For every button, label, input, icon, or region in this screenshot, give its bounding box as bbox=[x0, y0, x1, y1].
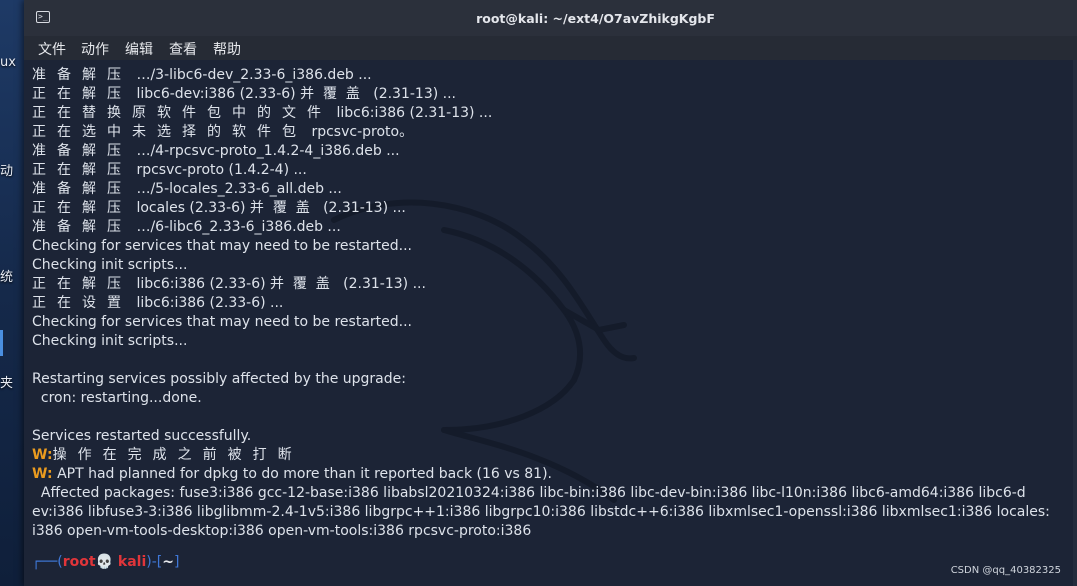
line-text: …/6-libc6_2.33-6_i386.deb ... bbox=[136, 219, 341, 235]
terminal-lines: 准备解压 …/3-libc6-dev_2.33-6_i386.deb ... 正… bbox=[32, 66, 1072, 572]
terminal-line: 正在选中未选择的软件包 rpcsvc-proto。 bbox=[32, 123, 1072, 142]
line-prefix: 准备解压 bbox=[32, 67, 132, 83]
terminal-line: 正在解压 libc6:i386 (2.33-6) 并 覆 盖 (2.31-13)… bbox=[32, 275, 1072, 294]
line-text: …/3-libc6-dev_2.33-6_i386.deb ... bbox=[136, 67, 372, 83]
terminal-line: Services restarted successfully. bbox=[32, 428, 252, 444]
line-prefix: 正在解压 bbox=[32, 86, 132, 102]
shell-prompt: ┌──(root💀 kali)-[~] bbox=[32, 553, 1072, 572]
line-text: libc6:i386 (2.33-6) ... bbox=[136, 295, 284, 311]
menu-edit[interactable]: 编辑 bbox=[125, 39, 153, 59]
terminal-line: 正在解压 libc6-dev:i386 (2.33-6) 并 覆 盖 (2.31… bbox=[32, 85, 1072, 104]
terminal-line: Checking for services that may need to b… bbox=[32, 314, 413, 330]
menu-file[interactable]: 文件 bbox=[38, 39, 66, 59]
affected-packages-line: ev:i386 libfuse3-3:i386 libglibmm-2.4-1v… bbox=[32, 504, 1050, 520]
line-text: locales (2.33-6) 并 覆 盖 (2.31-13) ... bbox=[136, 200, 406, 216]
line-prefix: 准备解压 bbox=[32, 181, 132, 197]
line-text: …/5-locales_2.33-6_all.deb ... bbox=[136, 181, 342, 197]
terminal-window: >_ root@kali: ~/ext4/O7avZhikgKgbF 文件 动作… bbox=[24, 0, 1077, 586]
line-prefix: 准备解压 bbox=[32, 143, 132, 159]
warning-prefix: W: bbox=[32, 447, 53, 463]
desktop-icon-label[interactable]: ux bbox=[0, 55, 16, 70]
desktop-selection-bar bbox=[0, 330, 3, 356]
window-title: root@kali: ~/ext4/O7avZhikgKgbF bbox=[476, 11, 715, 26]
terminal-line: 准备解压 …/4-rpcsvc-proto_1.4.2-4_i386.deb .… bbox=[32, 142, 1072, 161]
prompt-user: root💀 kali bbox=[62, 554, 147, 570]
menu-bar: 文件 动作 编辑 查看 帮助 bbox=[24, 36, 1077, 60]
menu-help[interactable]: 帮助 bbox=[213, 39, 241, 59]
line-text: libc6:i386 (2.31-13) ... bbox=[336, 105, 493, 121]
terminal-line: Checking for services that may need to b… bbox=[32, 238, 413, 254]
line-prefix: 准备解压 bbox=[32, 219, 132, 235]
menu-view[interactable]: 查看 bbox=[169, 39, 197, 59]
terminal-line: Checking init scripts... bbox=[32, 257, 188, 273]
prompt-mid: )-[ bbox=[146, 554, 163, 570]
desktop-icon-label[interactable]: 夹 bbox=[0, 376, 13, 391]
warning-line: W: APT had planned for dpkg to do more t… bbox=[32, 465, 1072, 484]
affected-packages-line: i386 open-vm-tools-desktop:i386 open-vm-… bbox=[32, 523, 532, 539]
line-prefix: 正在解压 bbox=[32, 162, 132, 178]
terminal-line: 准备解压 …/6-libc6_2.33-6_i386.deb ... bbox=[32, 218, 1072, 237]
warning-prefix: W: bbox=[32, 466, 53, 482]
menu-action[interactable]: 动作 bbox=[81, 39, 109, 59]
terminal-line: 正在替换原软件包中的文件 libc6:i386 (2.31-13) ... bbox=[32, 104, 1072, 123]
line-prefix: 正在设置 bbox=[32, 295, 132, 311]
warning-text: 操作在完成之前被打断 bbox=[52, 447, 303, 463]
affected-packages-line: Affected packages: fuse3:i386 gcc-12-bas… bbox=[32, 485, 1026, 501]
terminal-line: 正在解压 rpcsvc-proto (1.4.2-4) ... bbox=[32, 161, 1072, 180]
line-prefix: 正在解压 bbox=[32, 200, 132, 216]
warning-text: APT had planned for dpkg to do more than… bbox=[57, 466, 552, 482]
desktop-icon-label[interactable]: 统 bbox=[0, 270, 13, 285]
prompt-open: ┌──( bbox=[32, 554, 63, 570]
watermark: CSDN @qq_40382325 bbox=[950, 565, 1061, 576]
terminal-line: cron: restarting...done. bbox=[32, 390, 202, 406]
line-text: rpcsvc-proto。 bbox=[311, 124, 414, 140]
line-prefix: 正在解压 bbox=[32, 276, 132, 292]
line-prefix: 正在选中未选择的软件包 bbox=[32, 124, 307, 140]
desktop-icon-label[interactable]: 动 bbox=[0, 164, 13, 179]
prompt-dir: ~ bbox=[162, 554, 174, 570]
terminal-line: 准备解压 …/3-libc6-dev_2.33-6_i386.deb ... bbox=[32, 66, 1072, 85]
terminal-line: Restarting services possibly affected by… bbox=[32, 371, 406, 387]
terminal-line: 正在设置 libc6:i386 (2.33-6) ... bbox=[32, 294, 1072, 313]
terminal-output[interactable]: 准备解压 …/3-libc6-dev_2.33-6_i386.deb ... 正… bbox=[24, 60, 1077, 586]
title-bar[interactable]: >_ root@kali: ~/ext4/O7avZhikgKgbF bbox=[24, 0, 1077, 37]
line-text: rpcsvc-proto (1.4.2-4) ... bbox=[136, 162, 307, 178]
line-text: libc6-dev:i386 (2.33-6) 并 覆 盖 (2.31-13) … bbox=[136, 86, 456, 102]
line-text: …/4-rpcsvc-proto_1.4.2-4_i386.deb ... bbox=[136, 143, 400, 159]
terminal-line: 准备解压 …/5-locales_2.33-6_all.deb ... bbox=[32, 180, 1072, 199]
line-prefix: 正在替换原软件包中的文件 bbox=[32, 105, 332, 121]
scrollbar[interactable] bbox=[1073, 60, 1077, 586]
terminal-line: Checking init scripts... bbox=[32, 333, 188, 349]
line-text: libc6:i386 (2.33-6) 并 覆 盖 (2.31-13) ... bbox=[136, 276, 426, 292]
desktop-strip: ux 动 统 夹 bbox=[0, 0, 24, 586]
warning-line: W:操作在完成之前被打断 bbox=[32, 446, 1072, 465]
terminal-line: 正在解压 locales (2.33-6) 并 覆 盖 (2.31-13) ..… bbox=[32, 199, 1072, 218]
prompt-close: ] bbox=[173, 554, 180, 570]
